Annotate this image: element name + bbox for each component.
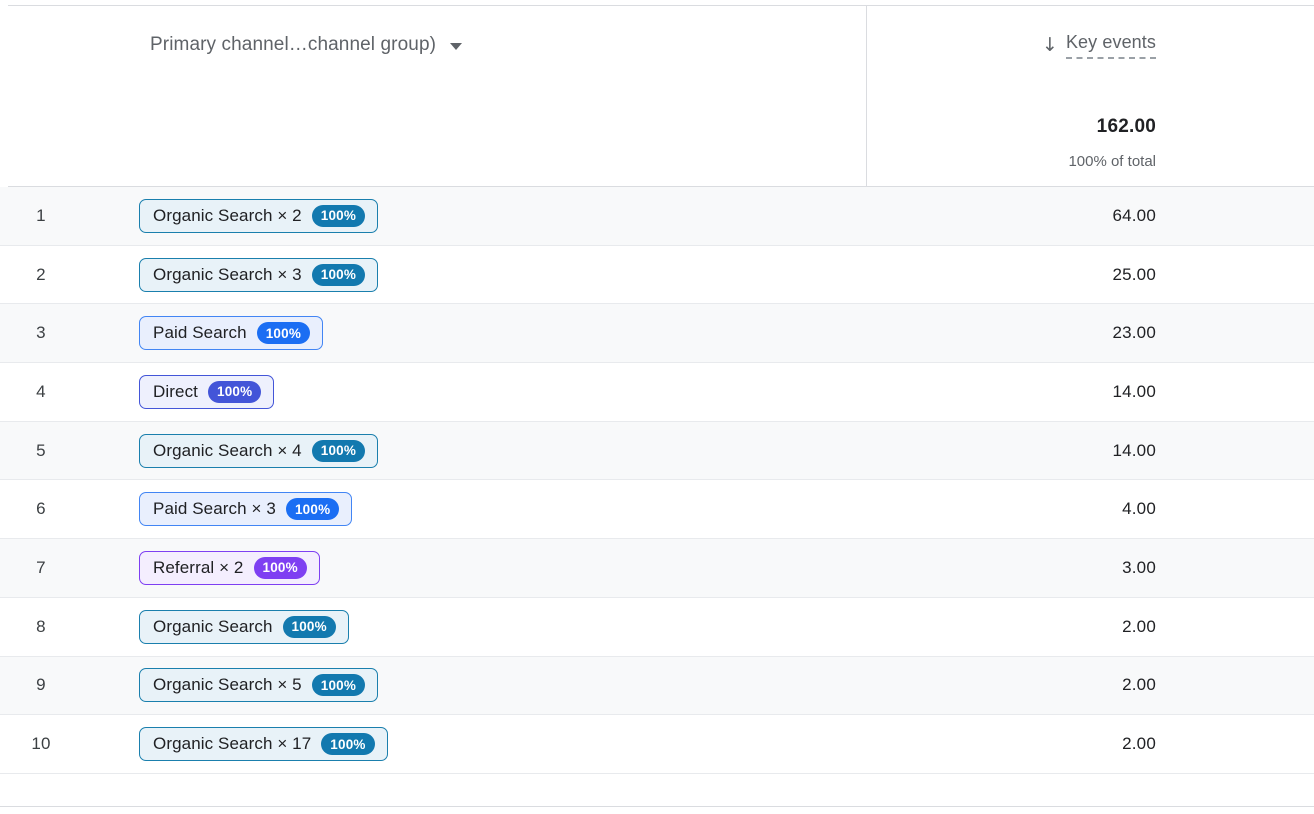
table-row[interactable]: 10 Organic Search × 17 100% 2.00 [0, 715, 1314, 774]
path-chip-label: Organic Search [153, 616, 273, 636]
row-dimension-cell: Direct 100% [82, 374, 866, 409]
path-chip[interactable]: Organic Search × 17 100% [139, 727, 388, 762]
path-chip-label: Organic Search × 3 [153, 264, 302, 284]
row-metric-value: 3.00 [1122, 557, 1156, 577]
path-chip[interactable]: Organic Search × 2 100% [139, 198, 379, 233]
path-chip[interactable]: Referral × 2 100% [139, 550, 320, 585]
path-chip-label: Paid Search [153, 323, 247, 343]
row-metric-value: 2.00 [1122, 675, 1156, 695]
table-row[interactable]: 1 Organic Search × 2 100% 64.00 [0, 187, 1314, 246]
row-index: 6 [36, 499, 46, 519]
table-row[interactable]: 2 Organic Search × 3 100% 25.00 [0, 245, 1314, 305]
metric-sort-control[interactable]: ↓ Key events [1042, 32, 1156, 59]
path-chip[interactable]: Organic Search × 5 100% [139, 668, 379, 703]
table-body: 1 Organic Search × 2 100% 64.00 2 Organic Sea… [0, 187, 1314, 774]
table-bottom-divider [0, 806, 1314, 807]
row-index: 8 [36, 616, 46, 636]
row-dimension-cell: Paid Search × 3 100% [82, 492, 866, 527]
row-dimension-cell: Organic Search × 5 100% [82, 668, 866, 703]
metric-total-value: 162.00 [1096, 116, 1156, 137]
row-dimension-cell: Referral × 2 100% [82, 550, 866, 585]
path-chip-percent-badge: 100% [256, 322, 311, 345]
path-chip[interactable]: Direct 100% [139, 374, 275, 409]
conversion-paths-table: Primary channel…channel group) ↓ Key eve… [0, 0, 1314, 814]
path-chip-percent-badge: 100% [208, 380, 262, 403]
row-index: 4 [36, 381, 46, 401]
row-dimension-cell: Organic Search 100% [82, 609, 866, 644]
table-row[interactable]: 4 Direct 100% 14.00 [0, 363, 1314, 422]
metric-total-percent: 100% of total [1068, 153, 1156, 170]
row-index: 2 [36, 264, 46, 284]
row-dimension-cell: Organic Search × 3 100% [82, 257, 866, 292]
sort-descending-icon[interactable]: ↓ [1042, 36, 1058, 55]
row-metric-value: 64.00 [1112, 205, 1156, 225]
dimension-header-label: Primary channel…channel group) [150, 34, 437, 55]
row-metric-value: 25.00 [1112, 264, 1156, 284]
path-chip-label: Paid Search × 3 [153, 499, 276, 519]
path-chip-percent-badge: 100% [311, 439, 366, 462]
metric-header-cell: ↓ Key events 162.00 100% of total [867, 6, 1314, 186]
row-index: 9 [36, 675, 46, 695]
path-chip-label: Direct [153, 381, 198, 401]
table-row[interactable]: 7 Referral × 2 100% 3.00 [0, 539, 1314, 598]
row-dimension-cell: Organic Search × 4 100% [82, 433, 866, 468]
path-chip[interactable]: Organic Search × 3 100% [139, 257, 379, 292]
table-row[interactable]: 6 Paid Search × 3 100% 4.00 [0, 480, 1314, 540]
row-metric-value: 2.00 [1122, 616, 1156, 636]
row-metric-value: 2.00 [1122, 734, 1156, 754]
path-chip-percent-badge: 100% [253, 556, 307, 579]
table-row[interactable]: 3 Paid Search 100% 23.00 [0, 304, 1314, 364]
path-chip-percent-badge: 100% [311, 204, 366, 227]
row-index: 1 [36, 205, 46, 225]
path-chip-percent-badge: 100% [311, 674, 366, 697]
chevron-down-icon[interactable] [450, 42, 463, 50]
path-chip-label: Referral × 2 [153, 557, 244, 577]
path-chip[interactable]: Organic Search × 4 100% [139, 433, 379, 468]
path-chip-percent-badge: 100% [285, 498, 340, 521]
row-index: 10 [31, 734, 51, 754]
table-row[interactable]: 8 Organic Search 100% 2.00 [0, 597, 1314, 657]
row-index: 7 [36, 557, 46, 577]
row-metric-value: 14.00 [1112, 440, 1156, 460]
table-row[interactable]: 5 Organic Search × 4 100% 14.00 [0, 421, 1314, 481]
row-dimension-cell: Paid Search 100% [82, 316, 866, 351]
dimension-header-cell: Primary channel…channel group) [0, 6, 866, 186]
path-chip[interactable]: Paid Search 100% [139, 316, 324, 351]
dimension-selector[interactable]: Primary channel…channel group) [150, 34, 463, 56]
row-dimension-cell: Organic Search × 2 100% [82, 198, 866, 233]
row-metric-value: 4.00 [1122, 499, 1156, 519]
table-header: Primary channel…channel group) ↓ Key eve… [0, 6, 1314, 187]
row-metric-value: 14.00 [1112, 381, 1156, 401]
path-chip-label: Organic Search × 5 [153, 675, 302, 695]
row-metric-value: 23.00 [1112, 323, 1156, 343]
metric-header-label[interactable]: Key events [1065, 32, 1156, 59]
row-index: 3 [36, 323, 46, 343]
path-chip-label: Organic Search × 17 [153, 734, 312, 754]
path-chip-percent-badge: 100% [282, 615, 336, 638]
path-chip-percent-badge: 100% [311, 263, 366, 286]
path-chip-label: Organic Search × 2 [153, 205, 302, 225]
row-dimension-cell: Organic Search × 17 100% [82, 727, 866, 762]
path-chip-label: Organic Search × 4 [153, 440, 302, 460]
table-row[interactable]: 9 Organic Search × 5 100% 2.00 [0, 656, 1314, 716]
path-chip[interactable]: Organic Search 100% [139, 609, 349, 644]
path-chip-percent-badge: 100% [321, 733, 375, 756]
path-chip[interactable]: Paid Search × 3 100% [139, 492, 353, 527]
row-index: 5 [36, 440, 46, 460]
